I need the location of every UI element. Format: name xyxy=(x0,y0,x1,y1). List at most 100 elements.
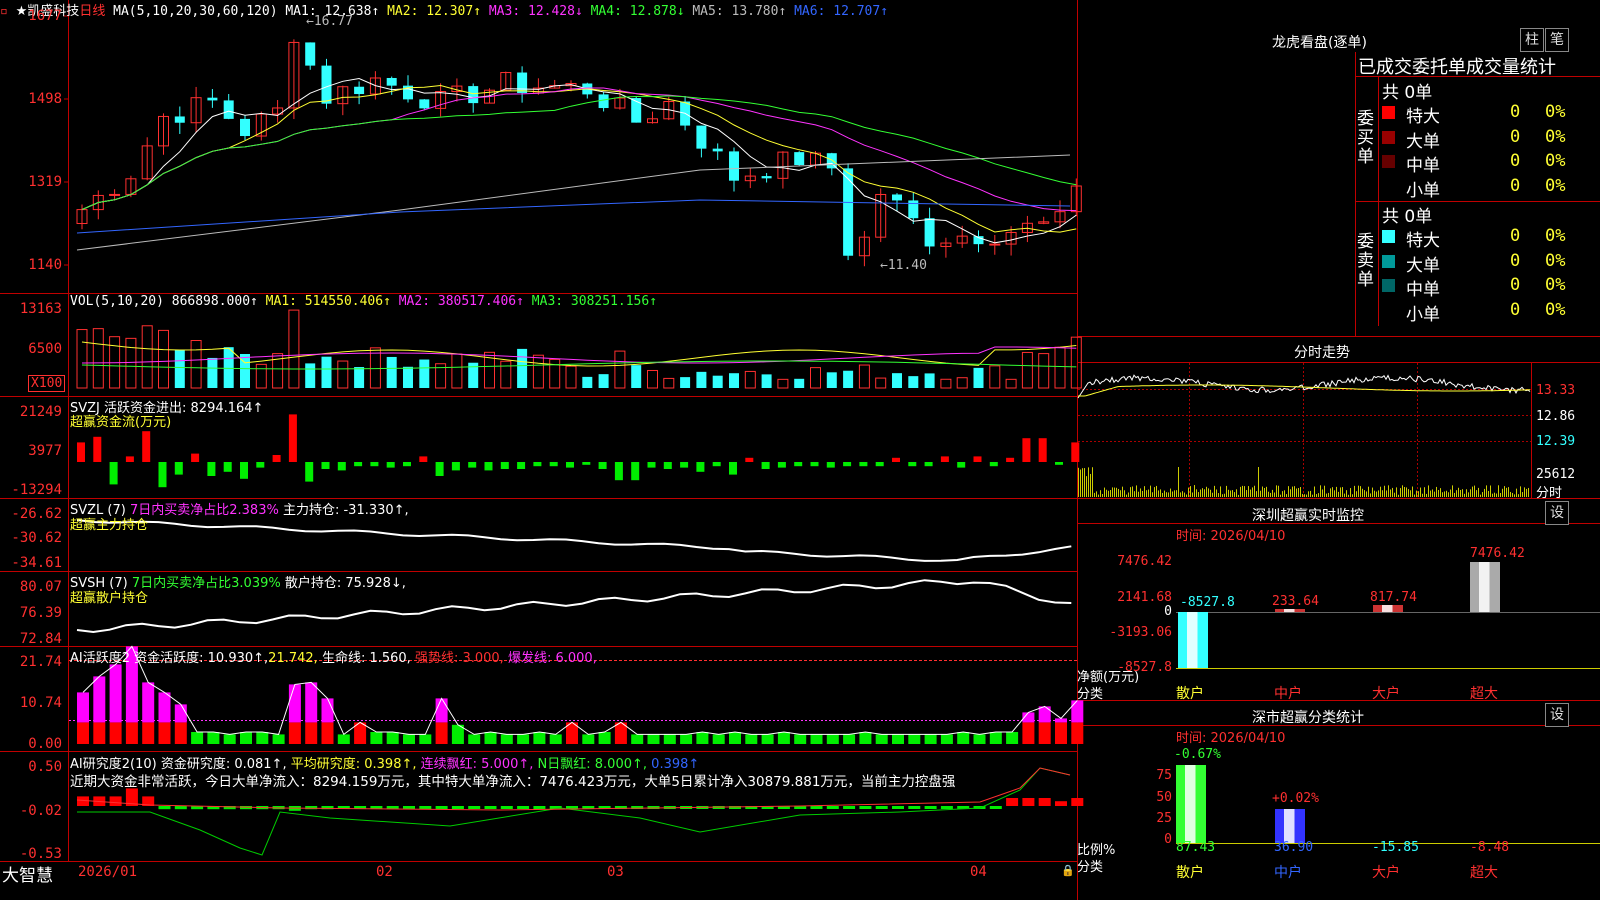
volume-bar xyxy=(729,373,739,388)
intraday-volume-bar xyxy=(1100,490,1101,497)
fund-flow-bar xyxy=(729,462,737,475)
intraday-volume-bar xyxy=(1424,487,1425,497)
intraday-volume-bar xyxy=(1444,491,1445,497)
volume-bar xyxy=(973,367,984,388)
candle-down xyxy=(794,152,805,166)
research-bar xyxy=(989,806,1002,809)
volume-bar xyxy=(321,356,332,388)
candle-down xyxy=(712,148,723,152)
intraday-volume-bar xyxy=(1158,490,1159,497)
intraday-title: 分时走势 xyxy=(1294,345,1350,361)
svsh-ylabel: 80.07 xyxy=(19,579,62,595)
intraday-volume-bar xyxy=(1244,486,1245,497)
intraday-volume-bar xyxy=(1292,486,1293,497)
intraday-volume-bar xyxy=(1340,487,1341,497)
intraday-volume-bar xyxy=(1240,486,1241,497)
intraday-volume-bar xyxy=(1322,489,1323,497)
activity-bar-burst xyxy=(1071,700,1084,723)
intraday-volume-bar xyxy=(1310,490,1311,497)
order-row-name: 大单 xyxy=(1406,131,1440,152)
intraday-volume-bar xyxy=(1108,490,1109,497)
sz-monitor-settings-button[interactable]: 设 xyxy=(1545,501,1569,525)
intraday-volume-bar xyxy=(1526,488,1527,497)
intraday-volume-bar xyxy=(1254,485,1255,497)
intraday-volume-bar xyxy=(1084,468,1085,497)
intraday-volume-bar xyxy=(1354,485,1355,497)
intraday-volume-bar xyxy=(1112,487,1113,497)
fund-flow-bar xyxy=(484,462,493,471)
volume-bar xyxy=(207,357,218,388)
intraday-volume-bar xyxy=(1258,467,1259,497)
intraday-volume-bar xyxy=(1196,489,1197,497)
volume-bar xyxy=(288,309,300,389)
volume-bar xyxy=(92,328,104,389)
intraday-ylabel: 12.39 xyxy=(1536,434,1576,449)
volume-bar xyxy=(744,370,756,389)
intraday-volume-bar xyxy=(1180,492,1181,497)
intraday-volume-bar xyxy=(1350,488,1351,497)
fund-flow-bar xyxy=(272,455,281,462)
ma4-value: MA4: 12.878↓ xyxy=(590,4,685,19)
intraday-volume-bar xyxy=(1216,489,1217,497)
volume-unit-badge[interactable]: X100 xyxy=(28,375,66,392)
intraday-volume-bar xyxy=(1396,487,1397,497)
fund-flow-bar xyxy=(924,462,933,467)
intraday-volume-bar xyxy=(1198,492,1199,497)
research-bar xyxy=(892,806,904,809)
intraday-volume-bar xyxy=(1110,490,1111,497)
research-bar xyxy=(158,806,171,810)
activity-bar xyxy=(419,734,432,744)
research-bar xyxy=(500,806,513,809)
lock-icon[interactable]: 🔒 xyxy=(1061,864,1075,877)
tick-mode-button[interactable]: 笔 xyxy=(1545,28,1569,52)
fund-flow-bar xyxy=(598,462,607,469)
intraday-volume-bar xyxy=(1514,494,1515,497)
volume-bar xyxy=(517,348,528,388)
intraday-volume-bar xyxy=(1296,488,1297,497)
intraday-volume-bar xyxy=(1124,490,1125,497)
intraday-volume-bar xyxy=(1280,494,1281,497)
order-row-pct: 0% xyxy=(1545,126,1566,147)
intraday-volume-bar xyxy=(1360,486,1361,497)
intraday-volume-bar xyxy=(1294,486,1295,497)
order-row-pct: 0% xyxy=(1545,151,1566,171)
sz-class-settings-button[interactable]: 设 xyxy=(1545,703,1569,727)
period-label[interactable]: 日线 xyxy=(79,4,105,19)
bar-mode-button[interactable]: 柱 xyxy=(1520,28,1544,52)
research-bar xyxy=(826,806,839,809)
sz-class-ylabel: 50 xyxy=(1156,790,1172,805)
intraday-volume-bar xyxy=(1452,485,1453,497)
candle-down xyxy=(468,86,479,104)
activity-bar xyxy=(256,732,269,744)
intraday-volume-bar xyxy=(1480,494,1481,497)
intraday-volume-bar xyxy=(1262,486,1263,497)
activity-bar xyxy=(93,722,106,744)
ai-activity-ylabel: 21.74 xyxy=(19,654,62,670)
intraday-volume-bar xyxy=(1260,490,1261,497)
candle-down xyxy=(924,218,935,247)
candle-down xyxy=(174,116,185,123)
activity-bar-burst xyxy=(158,692,171,723)
candle-up xyxy=(989,243,1001,246)
activity-bar xyxy=(924,734,937,744)
volume-bar xyxy=(76,329,88,389)
intraday-volume-bar xyxy=(1334,490,1335,497)
intraday-volume-bar xyxy=(1498,485,1499,497)
volume-bar xyxy=(500,360,512,389)
intraday-volume-bar xyxy=(1466,489,1467,497)
intraday-volume-bar xyxy=(1524,487,1525,497)
intraday-volume-bar xyxy=(1502,488,1503,497)
volume-bar xyxy=(354,367,365,388)
intraday-volume-bar xyxy=(1344,493,1345,497)
order-row-name: 特大 xyxy=(1406,231,1440,251)
activity-bar xyxy=(109,722,122,744)
intraday-volume-bar xyxy=(1510,491,1511,497)
volume-bar xyxy=(777,378,789,389)
sz-monitor-ylabel: 2141.68 xyxy=(1117,590,1172,605)
price-ylabel: 1140 xyxy=(28,257,62,273)
research-bar xyxy=(533,806,546,809)
volume-bar xyxy=(158,329,169,389)
candle-down xyxy=(843,168,854,256)
activity-bar xyxy=(1022,722,1035,744)
sz-bar-label: 7476.42 xyxy=(1470,546,1525,561)
